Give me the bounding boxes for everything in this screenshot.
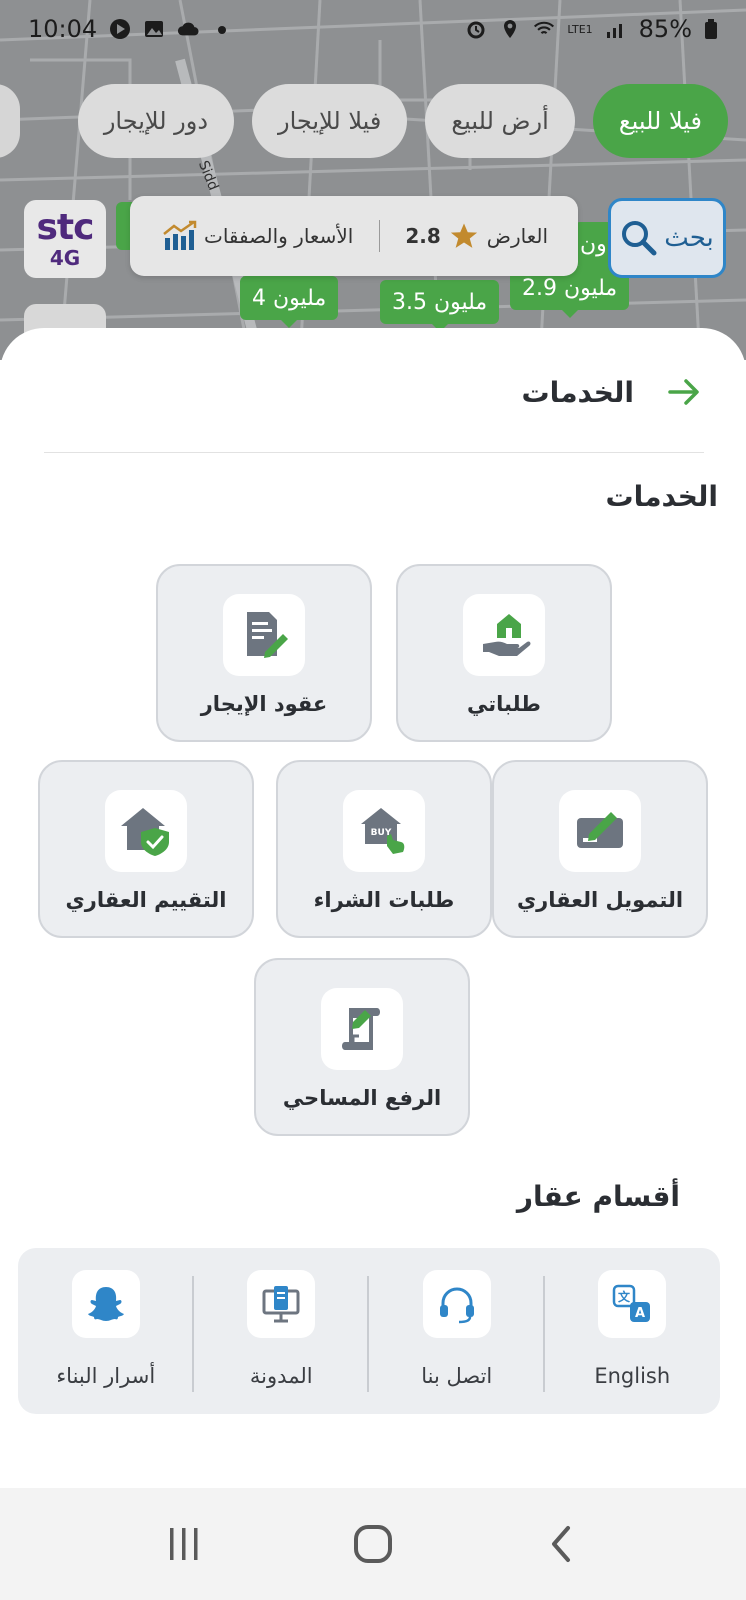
operator-badge: 4G xyxy=(49,246,81,270)
signal-icon xyxy=(606,24,622,38)
search-icon xyxy=(622,221,657,256)
recents-icon xyxy=(170,1528,198,1560)
filter-chip-villa-rent[interactable]: فيلا للإيجار xyxy=(252,84,408,158)
section-item-building-secrets[interactable]: أسرار البناء xyxy=(18,1248,194,1414)
services-section-title: الخدمات xyxy=(605,480,718,513)
back-chevron-icon xyxy=(551,1526,570,1562)
sheet-title: الخدمات xyxy=(521,375,634,409)
recents-button[interactable] xyxy=(154,1514,214,1574)
hand-house-icon xyxy=(483,614,531,656)
battery-level: 85% xyxy=(638,15,692,43)
seller-label: العارض xyxy=(486,224,548,248)
tile-label: الرفع المساحي xyxy=(282,1086,442,1110)
filter-chip-land-sale[interactable]: أرض للبيع xyxy=(425,84,575,158)
operator-logo: stc 4G xyxy=(24,200,106,278)
chart-trend-icon xyxy=(163,220,197,250)
section-icon-box xyxy=(247,1270,316,1338)
play-store-icon xyxy=(110,19,131,39)
map-price-pin[interactable]: 4 مليون xyxy=(240,276,339,328)
section-item-contact-us[interactable]: اتصل بنا xyxy=(369,1248,545,1414)
info-divider xyxy=(378,220,380,252)
seller-rating: العارض 2.8 xyxy=(405,221,548,251)
operator-name: stc xyxy=(36,207,95,248)
tile-label: طلباتي xyxy=(467,692,541,716)
services-sheet: الخدمات الخدمات طلباتي عقود الإيجار التم… xyxy=(0,328,746,1488)
sheet-header: الخدمات xyxy=(44,360,704,424)
tile-label: التقييم العقاري xyxy=(65,888,227,912)
network-type: LTE1 xyxy=(567,22,593,36)
snapchat-icon xyxy=(87,1287,124,1321)
svg-text:文: 文 xyxy=(618,1289,631,1304)
section-item-english[interactable]: 文 A English xyxy=(545,1248,721,1414)
prices-deals-label: الأسعار والصفقات xyxy=(204,224,354,248)
filter-chip-villa-sale[interactable]: فيلا للبيع xyxy=(592,84,728,158)
header-divider xyxy=(44,452,704,453)
section-label: English xyxy=(594,1364,671,1388)
contract-pen-icon xyxy=(247,612,288,658)
section-item-blog[interactable]: المدونة xyxy=(194,1248,370,1414)
map-price-pin[interactable]: 3.5 مليون xyxy=(380,280,500,332)
service-tile-property-valuation[interactable]: التقييم العقاري xyxy=(38,760,254,938)
sections-title: أقسام عقار xyxy=(516,1180,680,1213)
service-tile-land-survey[interactable]: الرفع المساحي xyxy=(254,958,470,1136)
location-icon xyxy=(504,20,517,38)
alarm-icon xyxy=(467,21,485,39)
headset-icon xyxy=(439,1287,474,1324)
survey-scroll-icon xyxy=(342,1008,380,1050)
tile-label: عقود الإيجار xyxy=(200,692,328,716)
tile-icon-box xyxy=(463,594,545,676)
tile-icon-box: BUY xyxy=(343,790,425,872)
service-tile-lease-contracts[interactable]: عقود الإيجار xyxy=(156,564,372,742)
search-button[interactable]: بحث xyxy=(608,198,726,278)
svg-text:A: A xyxy=(635,1306,645,1321)
battery-icon xyxy=(705,19,717,39)
service-tile-my-requests[interactable]: طلباتي xyxy=(396,564,612,742)
map-price-pin[interactable]: ون xyxy=(574,222,613,274)
section-label: اتصل بنا xyxy=(421,1364,493,1388)
service-tile-real-estate-finance[interactable]: التمويل العقاري xyxy=(492,760,708,938)
translate-icon: 文 A xyxy=(613,1284,651,1322)
notification-dot-icon xyxy=(218,26,227,34)
tile-icon-box xyxy=(105,790,187,872)
system-nav-bar xyxy=(0,1488,746,1600)
buy-house-icon: BUY xyxy=(361,808,405,854)
tile-label: التمويل العقاري xyxy=(516,888,684,912)
finance-card-icon xyxy=(577,812,623,848)
tile-label: طلبات الشراء xyxy=(313,888,455,912)
house-shield-icon xyxy=(121,808,169,856)
status-time: 10:04 xyxy=(28,15,98,43)
wifi-icon xyxy=(534,21,555,35)
filter-chip-floor-rent[interactable]: دور للإيجار xyxy=(77,84,235,158)
section-label: المدونة xyxy=(249,1364,313,1388)
tile-icon-box xyxy=(321,988,403,1070)
section-icon-box: 文 A xyxy=(598,1270,667,1338)
sections-bar: 文 A English اتصل بنا المدونة أسرار البنا… xyxy=(18,1248,720,1414)
prices-deals-link[interactable]: الأسعار والصفقات xyxy=(162,220,353,252)
section-icon-box xyxy=(71,1270,140,1338)
cloud-icon xyxy=(178,22,199,36)
rating-value: 2.8 xyxy=(405,224,441,248)
section-icon-box xyxy=(422,1270,491,1338)
back-button[interactable] xyxy=(532,1514,592,1574)
arrow-right-icon[interactable] xyxy=(664,372,704,412)
section-label: أسرار البناء xyxy=(56,1364,156,1388)
star-icon xyxy=(450,223,477,248)
service-tile-purchase-requests[interactable]: BUY طلبات الشراء xyxy=(276,760,492,938)
status-bar: 10:04 LTE1 85% xyxy=(0,0,746,58)
filter-chips: فيلا للبيع أرض للبيع فيلا للإيجار دور لل… xyxy=(77,84,728,158)
tile-icon-box xyxy=(559,790,641,872)
blog-board-icon xyxy=(262,1286,300,1323)
tile-icon-box xyxy=(223,594,305,676)
home-icon xyxy=(353,1525,392,1563)
search-label: بحث xyxy=(664,223,714,253)
home-button[interactable] xyxy=(343,1514,403,1574)
gallery-icon xyxy=(145,21,164,37)
seller-info-card[interactable]: العارض 2.8 الأسعار والصفقات xyxy=(130,196,578,276)
